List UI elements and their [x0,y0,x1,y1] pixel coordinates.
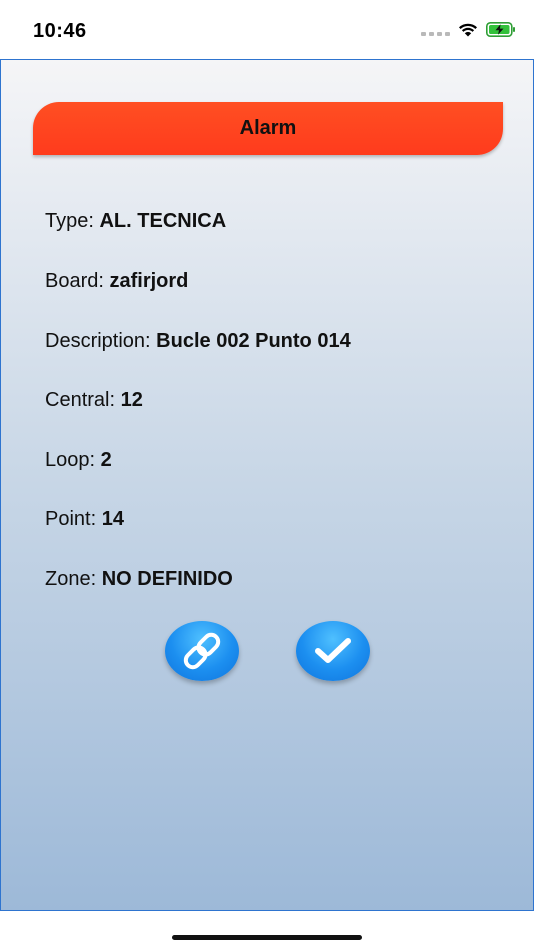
field-board: Board: zafirjord [45,270,188,293]
confirm-button[interactable] [296,621,370,681]
field-point: Point: 14 [45,508,124,531]
field-zone-label: Zone: [45,568,97,590]
field-loop-value: 2 [100,449,112,471]
link-button[interactable] [165,621,239,681]
field-central: Central: 12 [45,389,143,412]
field-board-value: zafirjord [109,270,189,292]
field-point-label: Point: [45,508,97,530]
field-description-value: Bucle 002 Punto 014 [156,330,351,352]
field-type-value: AL. TECNICA [99,210,227,232]
field-description-label: Description: [45,330,151,352]
field-loop: Loop: 2 [45,449,112,472]
alarm-panel: Alarm Type: AL. TECNICA Board: zafirjord… [0,59,534,911]
status-time: 10:46 [33,20,87,42]
alarm-header: Alarm [33,102,503,155]
field-central-value: 12 [120,389,143,411]
field-type: Type: AL. TECNICA [45,210,226,233]
link-icon [183,632,221,670]
status-icons [421,22,516,37]
cellular-signal-icon [421,24,450,36]
wifi-icon [459,23,477,37]
field-zone-value: NO DEFINIDO [101,568,233,590]
battery-charging-icon [486,22,515,37]
field-type-label: Type: [45,210,94,232]
field-board-label: Board: [45,270,104,292]
status-bar: 10:46 [0,0,534,60]
field-zone: Zone: NO DEFINIDO [45,568,233,591]
field-point-value: 14 [101,508,124,530]
field-central-label: Central: [45,389,116,411]
field-description: Description: Bucle 002 Punto 014 [45,330,351,353]
checkmark-icon [315,638,351,663]
alarm-title: Alarm [239,117,297,139]
home-indicator[interactable] [172,935,362,940]
field-loop-label: Loop: [45,449,96,471]
